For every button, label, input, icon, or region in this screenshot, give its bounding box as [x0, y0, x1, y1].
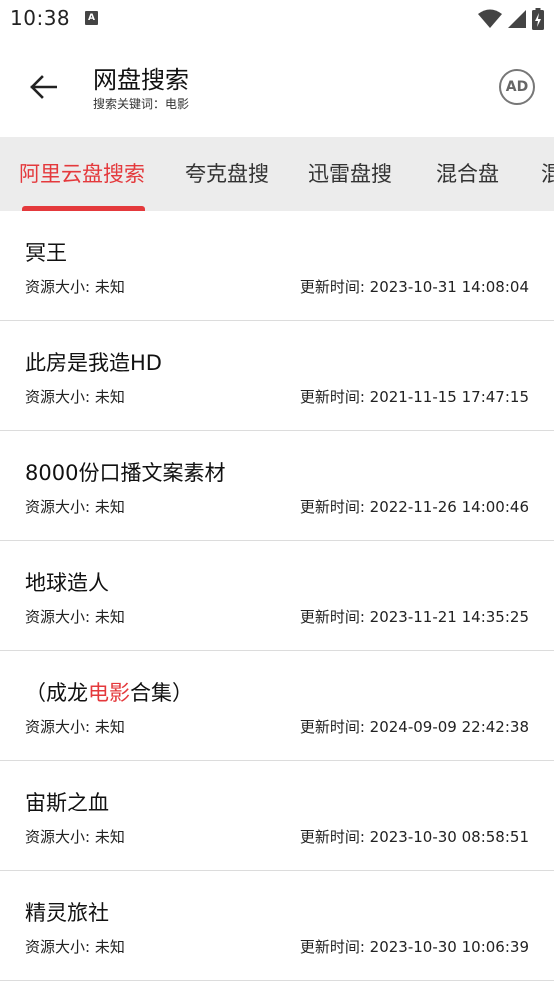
- tab-quark-search[interactable]: 夸克盘搜: [185, 137, 269, 211]
- list-item[interactable]: 冥王 资源大小: 未知 更新时间: 2023-10-31 14:08:04: [0, 211, 554, 321]
- page-title: 网盘搜索: [93, 66, 189, 94]
- signal-icon: [508, 10, 526, 28]
- item-update-time: 更新时间: 2024-09-09 22:42:38: [299, 718, 529, 736]
- results-list: 冥王 资源大小: 未知 更新时间: 2023-10-31 14:08:04 此房…: [0, 211, 554, 981]
- tab-aliyun-search[interactable]: 阿里云盘搜索: [19, 137, 145, 211]
- item-title: 精灵旅社: [25, 901, 109, 925]
- list-item[interactable]: 地球造人 资源大小: 未知 更新时间: 2023-11-21 14:35:25: [0, 541, 554, 651]
- item-title: 地球造人: [25, 571, 109, 595]
- battery-icon: [532, 8, 544, 30]
- back-button[interactable]: [24, 68, 62, 106]
- item-title: 宙斯之血: [25, 791, 109, 815]
- item-title: （成龙电影合集）: [25, 681, 193, 705]
- status-icons: [478, 8, 544, 30]
- item-update-time: 更新时间: 2021-11-15 17:47:15: [299, 388, 529, 406]
- item-size: 资源大小: 未知: [25, 718, 125, 736]
- item-size: 资源大小: 未知: [25, 498, 125, 516]
- item-title: 8000份口播文案素材: [25, 461, 226, 485]
- list-item[interactable]: 8000份口播文案素材 资源大小: 未知 更新时间: 2022-11-26 14…: [0, 431, 554, 541]
- list-item[interactable]: 此房是我造HD 资源大小: 未知 更新时间: 2021-11-15 17:47:…: [0, 321, 554, 431]
- status-bar: 10:38 A: [0, 0, 554, 38]
- status-time: 10:38: [10, 6, 71, 30]
- item-update-time: 更新时间: 2023-10-30 08:58:51: [299, 828, 529, 846]
- item-update-time: 更新时间: 2023-10-30 10:06:39: [299, 938, 529, 956]
- keyword-highlight: 电影: [88, 681, 130, 705]
- item-size: 资源大小: 未知: [25, 608, 125, 626]
- arrow-left-icon: [30, 75, 57, 99]
- ad-button[interactable]: AD: [499, 69, 535, 105]
- item-title: 冥王: [25, 241, 67, 265]
- item-update-time: 更新时间: 2022-11-26 14:00:46: [299, 498, 529, 516]
- item-size: 资源大小: 未知: [25, 278, 125, 296]
- app-bar: 网盘搜索 搜索关键词：电影 AD: [0, 38, 554, 137]
- item-size: 资源大小: 未知: [25, 938, 125, 956]
- list-item[interactable]: （成龙电影合集） 资源大小: 未知 更新时间: 2024-09-09 22:42…: [0, 651, 554, 761]
- tab-xunlei-search[interactable]: 迅雷盘搜: [308, 137, 392, 211]
- wifi-icon: [478, 9, 502, 28]
- list-item[interactable]: 宙斯之血 资源大小: 未知 更新时间: 2023-10-30 08:58:51: [0, 761, 554, 871]
- tab-mixed-disk[interactable]: 混合盘: [436, 137, 499, 211]
- item-size: 资源大小: 未知: [25, 828, 125, 846]
- notification-icon: A: [85, 11, 98, 25]
- list-item[interactable]: 精灵旅社 资源大小: 未知 更新时间: 2023-10-30 10:06:39: [0, 871, 554, 981]
- item-update-time: 更新时间: 2023-11-21 14:35:25: [299, 608, 529, 626]
- item-update-time: 更新时间: 2023-10-31 14:08:04: [299, 278, 529, 296]
- search-keyword-subtitle: 搜索关键词：电影: [93, 97, 190, 111]
- tab-more-partial[interactable]: 混: [541, 137, 554, 211]
- item-title: 此房是我造HD: [25, 351, 162, 375]
- item-size: 资源大小: 未知: [25, 388, 125, 406]
- tab-bar: 阿里云盘搜索 夸克盘搜 迅雷盘搜 混合盘 混: [0, 137, 554, 211]
